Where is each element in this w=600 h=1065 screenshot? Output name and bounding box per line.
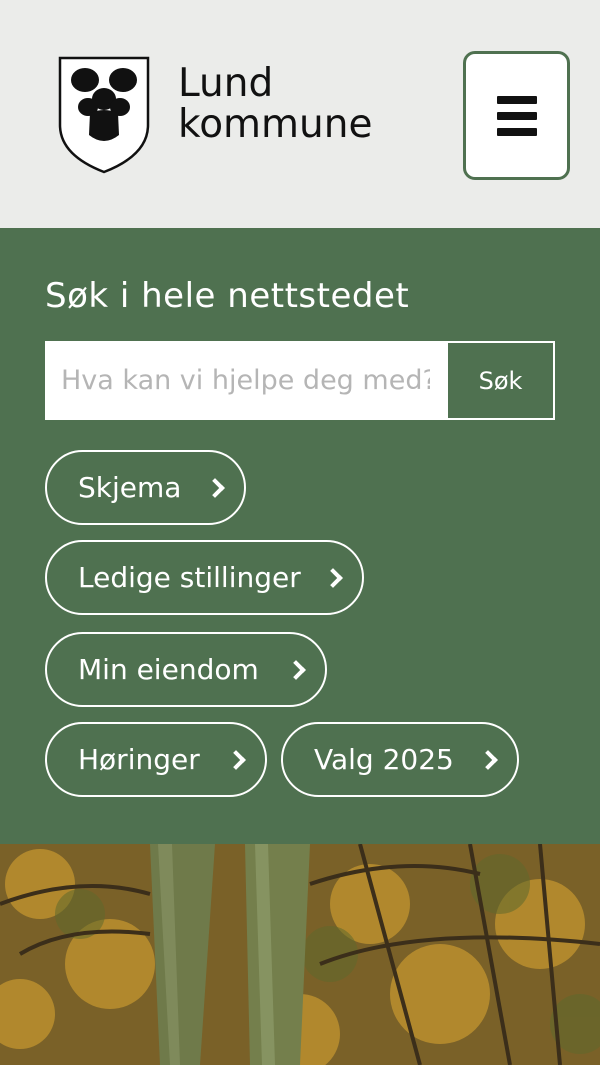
- menu-button[interactable]: [463, 51, 570, 180]
- lund-coat-of-arms-icon: [58, 56, 150, 174]
- hamburger-menu-icon: [496, 95, 537, 136]
- chevron-right-icon: [286, 659, 306, 680]
- quick-link-label: Høringer: [78, 743, 200, 776]
- chevron-right-icon: [478, 749, 498, 770]
- site-header: Lund kommune: [0, 0, 600, 228]
- logo-wordmark: Lund kommune: [178, 63, 372, 145]
- chevron-right-icon: [205, 477, 225, 498]
- forest-illustration: [0, 844, 600, 1065]
- search-section: Søk i hele nettstedet Søk Skjema Ledige …: [0, 228, 600, 844]
- quick-link-label: Valg 2025: [314, 743, 454, 776]
- chevron-right-icon: [226, 749, 246, 770]
- site-logo-link[interactable]: Lund kommune: [57, 55, 372, 175]
- quick-link-label: Ledige stillinger: [78, 561, 301, 594]
- quick-link-valg-2025[interactable]: Valg 2025: [281, 722, 519, 797]
- quick-link-skjema[interactable]: Skjema: [45, 450, 246, 525]
- logo-line-2: kommune: [178, 102, 373, 147]
- chevron-right-icon: [323, 567, 343, 588]
- search-heading: Søk i hele nettstedet: [45, 276, 410, 316]
- search-button[interactable]: Søk: [446, 341, 555, 420]
- search-input[interactable]: [45, 341, 446, 420]
- search-form: Søk: [45, 341, 555, 420]
- quick-link-label: Skjema: [78, 471, 182, 504]
- quick-link-label: Min eiendom: [78, 653, 259, 686]
- logo-line-1: Lund: [178, 61, 274, 106]
- quick-link-horinger[interactable]: Høringer: [45, 722, 267, 797]
- quick-link-ledige-stillinger[interactable]: Ledige stillinger: [45, 540, 364, 615]
- hero-forest-image: [0, 844, 600, 1065]
- quick-link-min-eiendom[interactable]: Min eiendom: [45, 632, 327, 707]
